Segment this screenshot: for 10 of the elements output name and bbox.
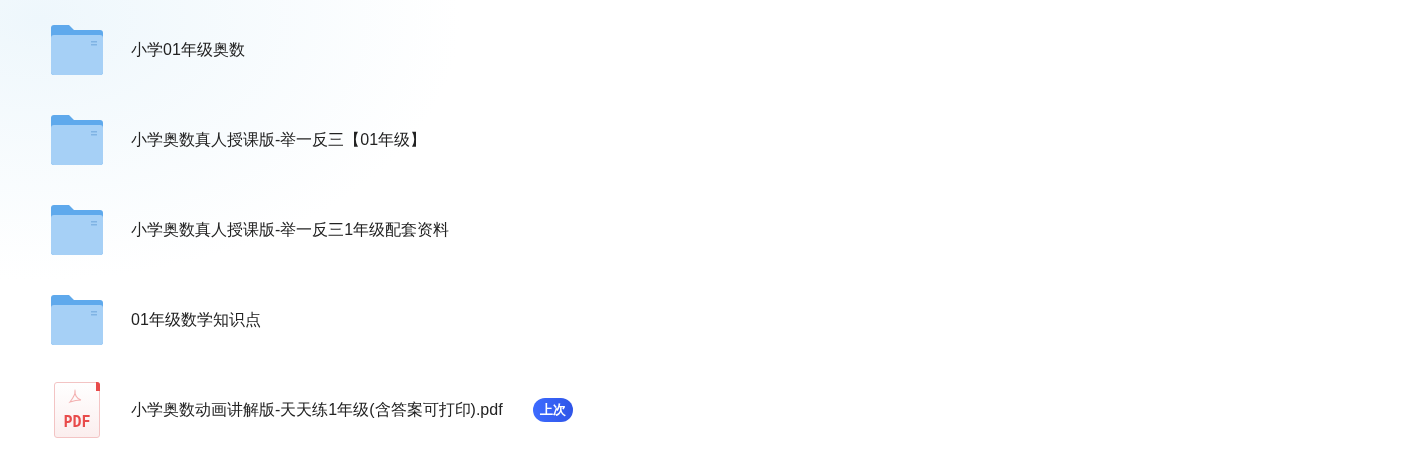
- folder-icon[interactable]: [49, 205, 105, 255]
- file-name[interactable]: 小学奥数真人授课版-举一反三【01年级】: [131, 129, 427, 151]
- file-name[interactable]: 小学01年级奥数: [131, 39, 245, 61]
- file-name[interactable]: 小学奥数动画讲解版-天天练1年级(含答案可打印).pdf: [131, 399, 503, 421]
- file-name[interactable]: 01年级数学知识点: [131, 309, 261, 331]
- file-name[interactable]: 小学奥数真人授课版-举一反三1年级配套资料: [131, 219, 450, 241]
- folder-icon[interactable]: [49, 25, 105, 75]
- folder-icon[interactable]: [49, 115, 105, 165]
- recent-badge: 上次: [532, 398, 573, 422]
- folder-icon[interactable]: [49, 295, 105, 345]
